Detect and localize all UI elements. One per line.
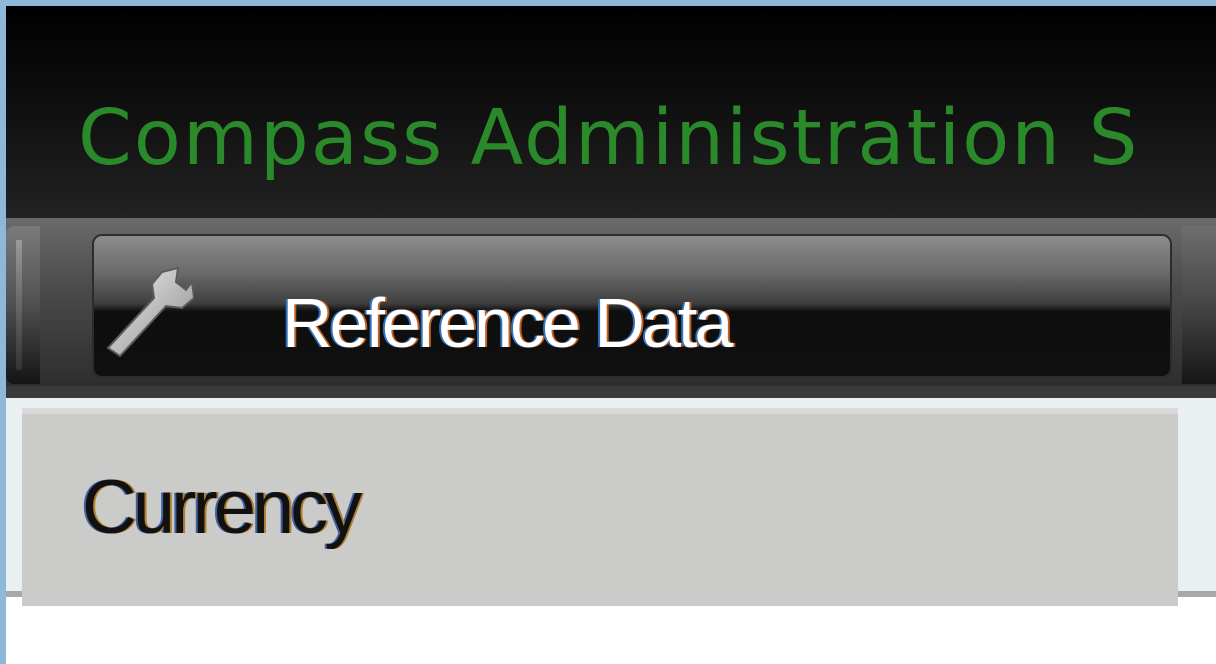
toolbar-bottom-strip	[6, 386, 1216, 398]
tab-label: Reference Data	[282, 284, 733, 362]
menu-item-currency[interactable]: Currency	[82, 470, 362, 546]
toolbar-left-handle[interactable]	[6, 226, 40, 384]
app-window: Compass Administration S Reference Data	[0, 0, 1216, 664]
app-header: Compass Administration S	[6, 6, 1216, 218]
tab-reference-data[interactable]: Reference Data	[94, 236, 1170, 376]
wrench-icon	[104, 264, 196, 364]
app-title: Compass Administration S	[78, 94, 1140, 183]
toolbar: Reference Data	[6, 218, 1216, 398]
submenu-panel: Currency	[22, 408, 1178, 606]
toolbar-right-edge	[1182, 226, 1216, 384]
